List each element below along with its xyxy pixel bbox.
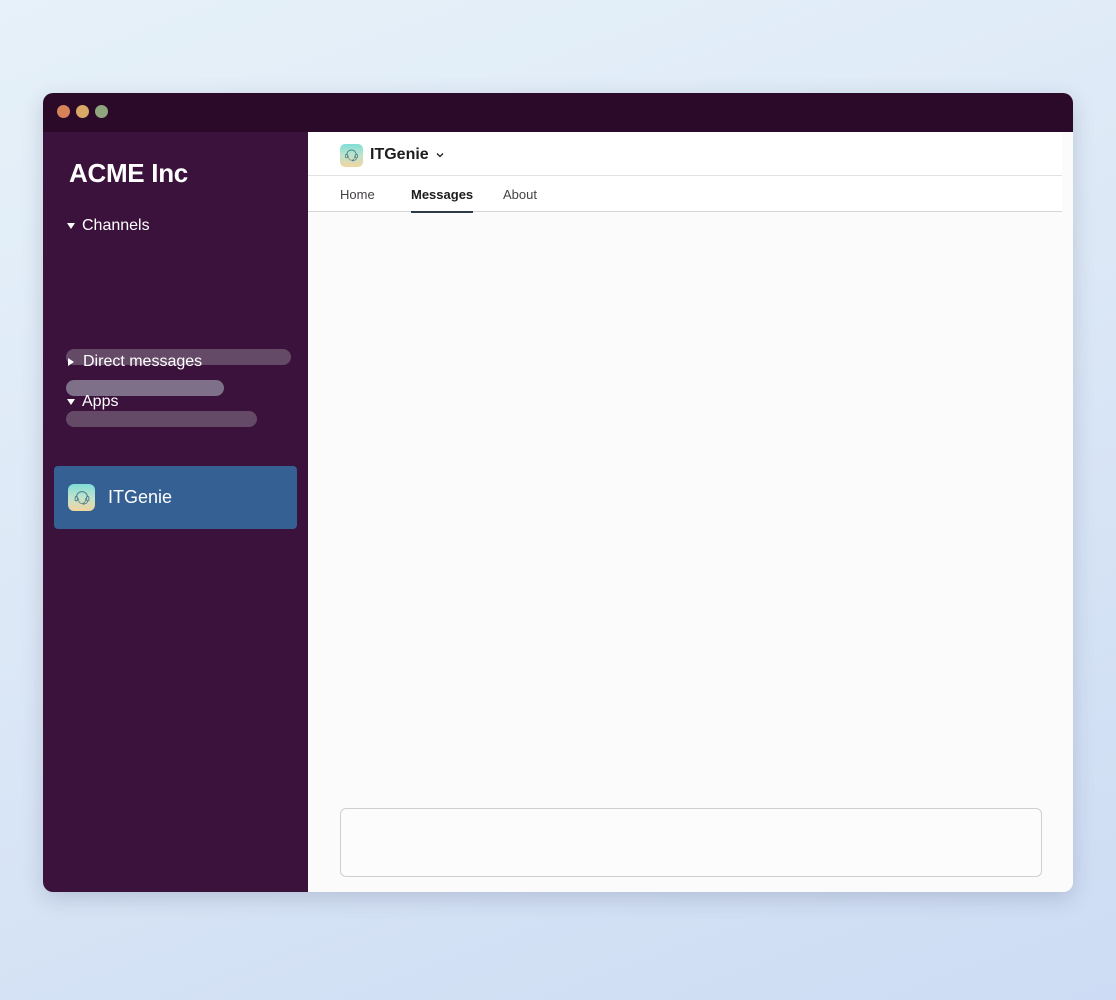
- channel-tabs: Home Messages About: [308, 176, 1062, 213]
- sidebar: ACME Inc Channels Direct messages Apps I…: [43, 132, 308, 892]
- sidebar-section-label: Channels: [82, 217, 150, 234]
- tab-about[interactable]: About: [503, 176, 537, 212]
- channel-placeholder[interactable]: [66, 411, 257, 427]
- caret-down-icon: [67, 223, 75, 229]
- message-input[interactable]: [340, 808, 1042, 877]
- main-pane: ITGenie Home Messages About: [308, 132, 1073, 892]
- sidebar-item-label: ITGenie: [108, 487, 173, 507]
- caret-down-icon: [67, 399, 75, 405]
- sidebar-section-apps[interactable]: Apps: [67, 391, 118, 413]
- workspace-name[interactable]: ACME Inc: [69, 158, 188, 189]
- sidebar-section-channels[interactable]: Channels: [67, 215, 150, 237]
- sidebar-section-direct-messages[interactable]: Direct messages: [67, 351, 202, 373]
- channel-title-button[interactable]: ITGenie: [340, 143, 445, 167]
- maximize-window-button[interactable]: [95, 105, 108, 118]
- tab-home[interactable]: Home: [340, 176, 375, 212]
- app-window: ACME Inc Channels Direct messages Apps I…: [43, 93, 1073, 892]
- tab-messages[interactable]: Messages: [411, 176, 474, 213]
- minimize-window-button[interactable]: [76, 105, 89, 118]
- window-titlebar: [43, 93, 1073, 132]
- caret-right-icon: [68, 358, 74, 366]
- close-window-button[interactable]: [57, 105, 70, 118]
- itgenie-app-icon: [340, 143, 363, 167]
- sidebar-section-label: Direct messages: [83, 353, 203, 370]
- chevron-down-icon: [435, 150, 445, 160]
- itgenie-app-icon: [68, 484, 95, 511]
- sidebar-item-itgenie[interactable]: ITGenie: [54, 466, 297, 529]
- channel-title: ITGenie: [370, 146, 429, 163]
- sidebar-section-label: Apps: [82, 393, 119, 410]
- channel-header: ITGenie: [308, 132, 1062, 176]
